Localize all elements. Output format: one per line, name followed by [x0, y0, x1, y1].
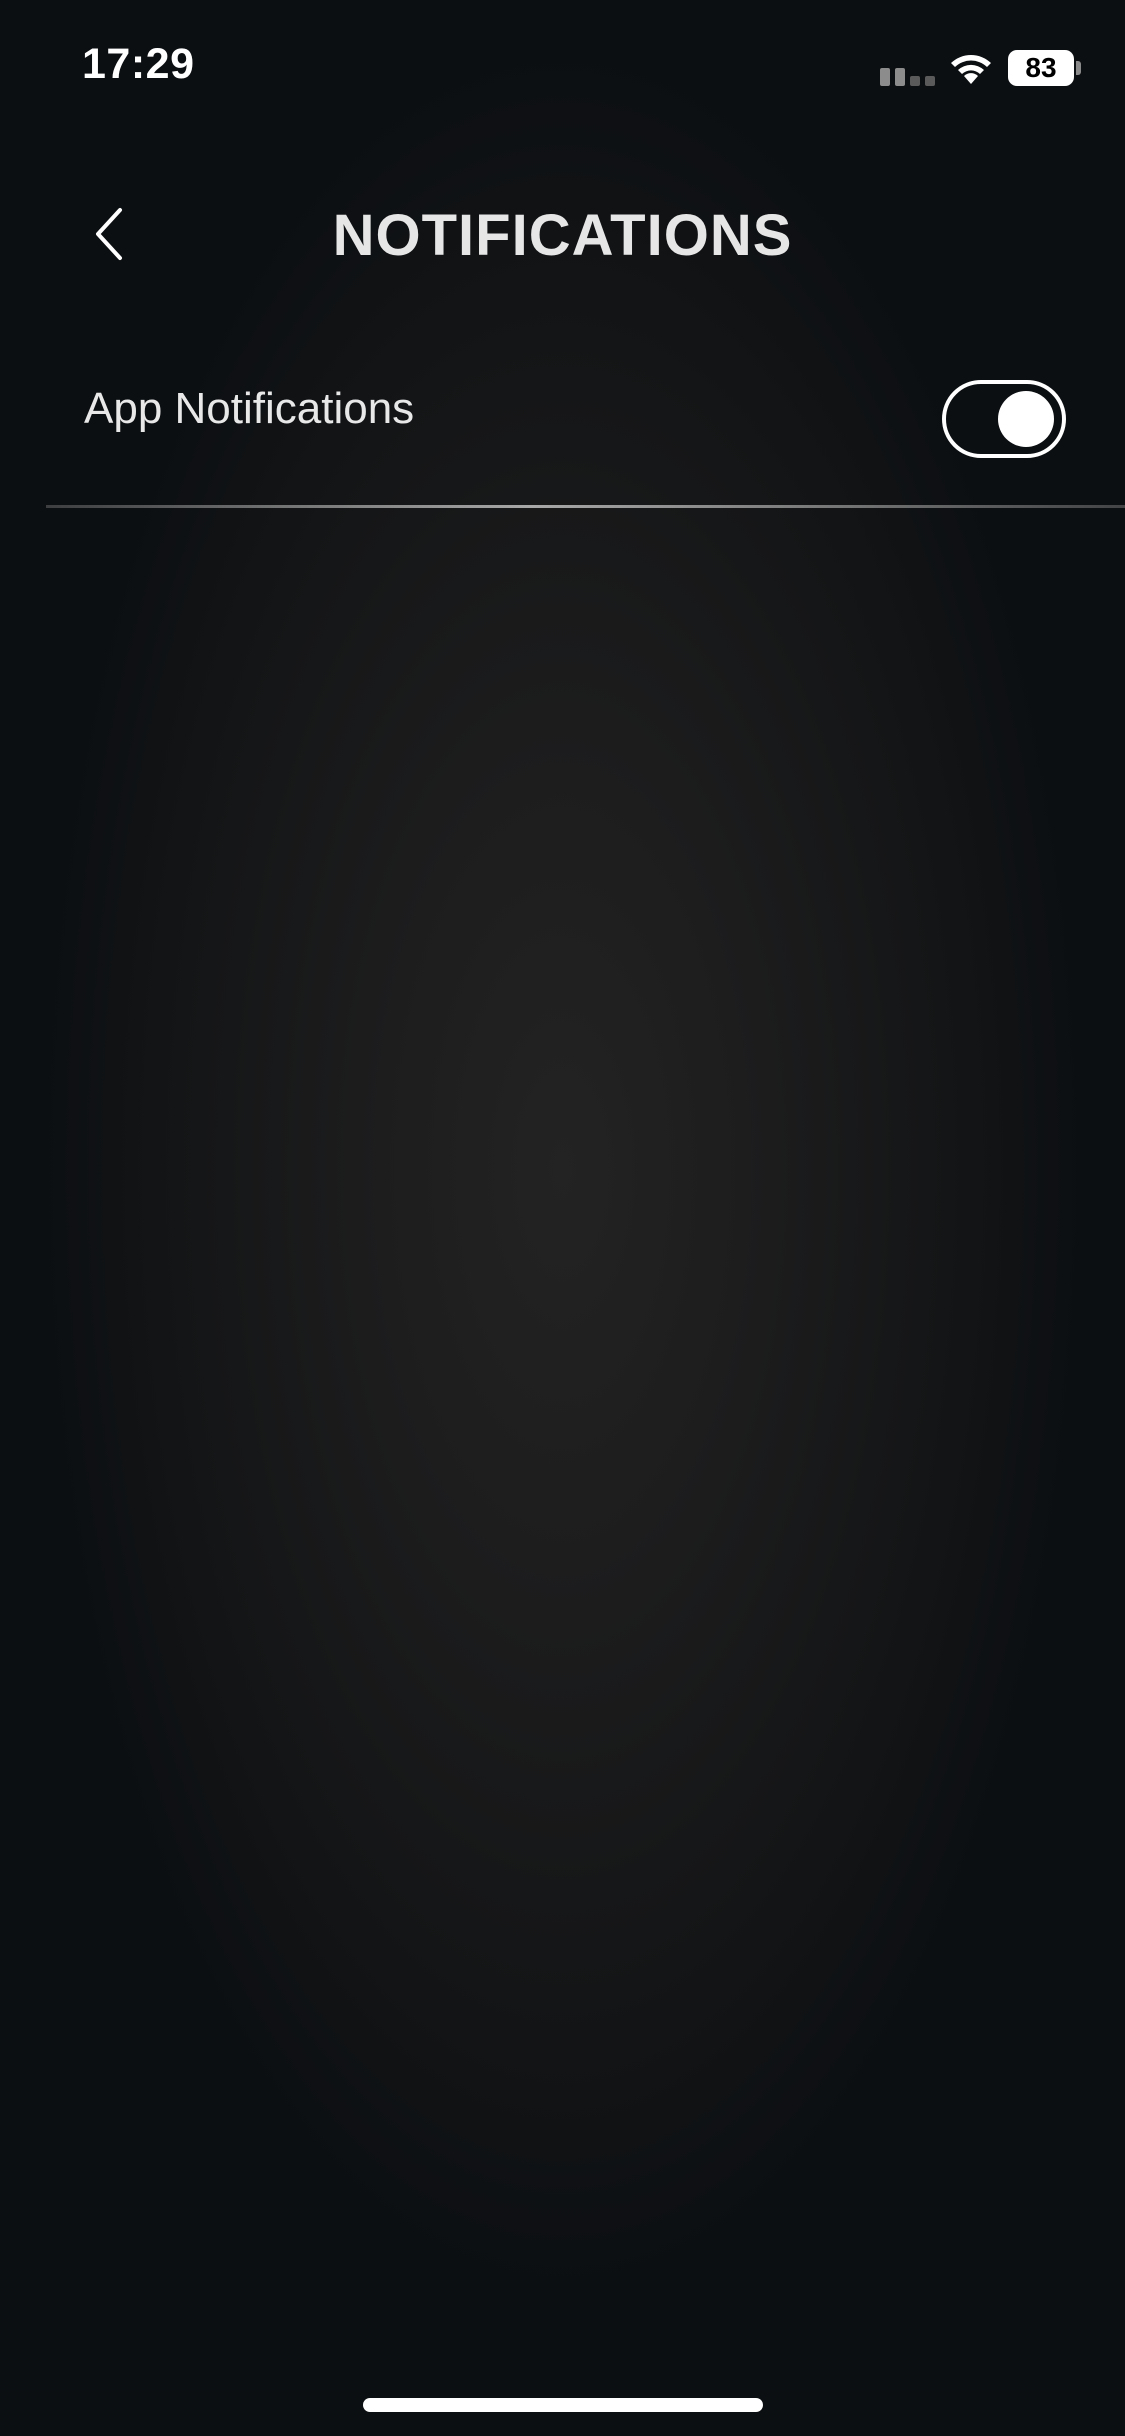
home-indicator[interactable] — [363, 2398, 763, 2412]
toggle-knob — [998, 391, 1054, 447]
row-divider — [46, 505, 1125, 508]
status-time: 17:29 — [82, 40, 195, 88]
battery-icon: 83 — [1008, 50, 1081, 86]
battery-level: 83 — [1008, 50, 1074, 86]
nav-header: NOTIFICATIONS — [0, 180, 1125, 290]
cellular-signal-icon — [880, 68, 935, 86]
page-title: NOTIFICATIONS — [332, 203, 793, 268]
app-notifications-row[interactable]: App Notifications — [0, 350, 1125, 510]
app-notifications-toggle[interactable] — [942, 380, 1066, 458]
battery-cap — [1076, 61, 1081, 75]
app-notifications-label: App Notifications — [84, 384, 415, 433]
wifi-icon — [951, 55, 991, 84]
status-bar: 17:29 83 — [0, 0, 1125, 140]
